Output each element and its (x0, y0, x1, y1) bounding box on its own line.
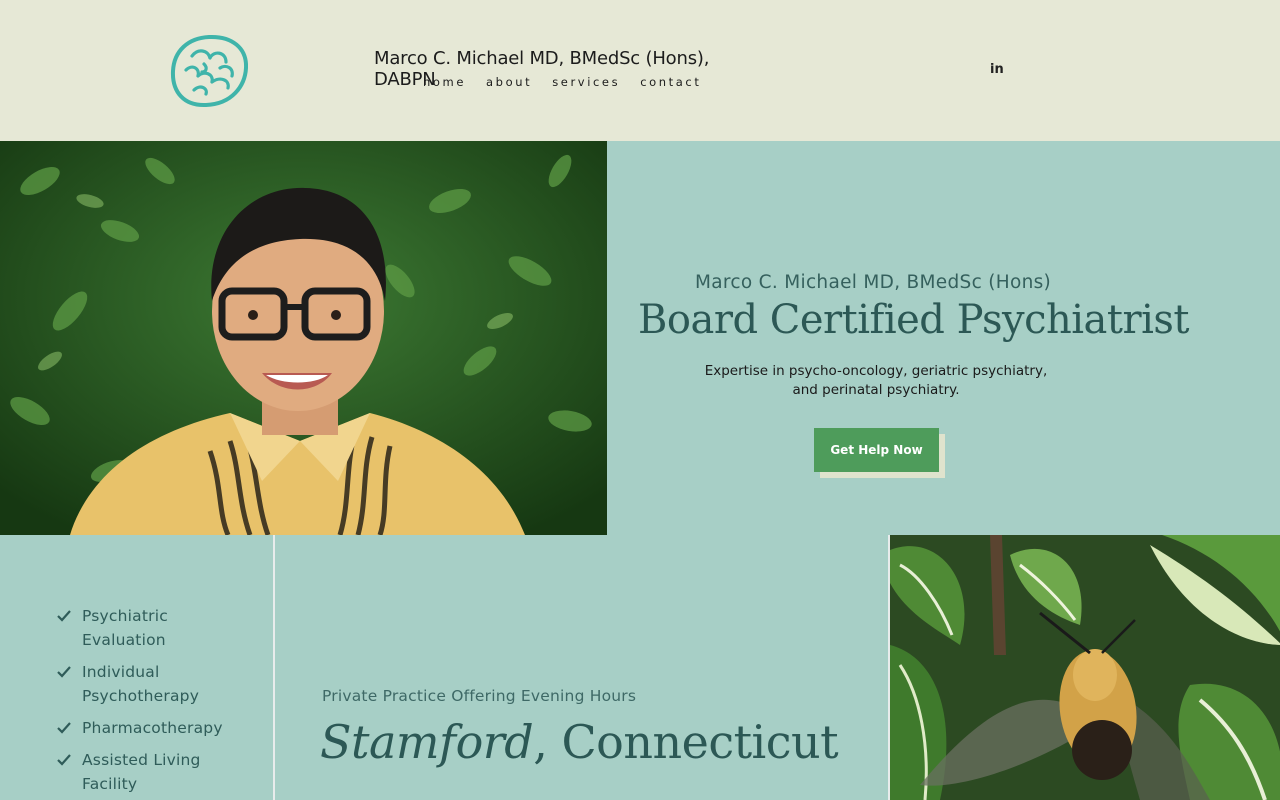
checkmark-icon (57, 666, 71, 678)
service-label: Psychiatric Evaluation (82, 607, 168, 649)
location-subtitle: Private Practice Offering Evening Hours (322, 687, 637, 705)
location-state: , Connecticut (533, 715, 839, 769)
service-label: Assisted Living Facility (82, 751, 201, 793)
main-nav: home about services contact (423, 75, 721, 89)
service-label: Pharmacotherapy (82, 719, 223, 737)
brain-logo-icon[interactable] (170, 34, 249, 108)
nav-services[interactable]: services (552, 75, 620, 89)
get-help-button[interactable]: Get Help Now (814, 428, 939, 472)
hero-subtitle: Marco C. Michael MD, BMedSc (Hons) (695, 272, 1052, 293)
nav-about[interactable]: about (486, 75, 532, 89)
list-item: Individual Psychotherapy (56, 660, 242, 708)
services-list: Psychiatric Evaluation Individual Psycho… (56, 604, 242, 800)
checkmark-icon (57, 610, 71, 622)
hero-description-line: and perinatal psychiatry. (792, 382, 960, 398)
hero-title: Board Certified Psychiatrist (638, 297, 1189, 343)
list-item: Psychiatric Evaluation (56, 604, 242, 652)
list-item: Assisted Living Facility (56, 748, 242, 796)
list-item: Pharmacotherapy (56, 716, 242, 740)
service-label: Individual Psychotherapy (82, 663, 200, 705)
hero-description-line: Expertise in psycho-oncology, geriatric … (704, 363, 1048, 379)
portrait-photo (0, 141, 607, 535)
hero-description: Expertise in psycho-oncology, geriatric … (680, 362, 1072, 400)
linkedin-icon[interactable]: in (990, 62, 1004, 77)
location-city: Stamford (320, 715, 534, 769)
checkmark-icon (57, 722, 71, 734)
nav-contact[interactable]: contact (640, 75, 701, 89)
checkmark-icon (57, 754, 71, 766)
moth-photo (888, 535, 1280, 800)
site-header: Marco C. Michael MD, BMedSc (Hons), DABP… (0, 0, 1280, 141)
vertical-divider (273, 535, 275, 800)
nav-home[interactable]: home (423, 75, 466, 89)
location-title: Stamford, Connecticut (320, 715, 839, 769)
